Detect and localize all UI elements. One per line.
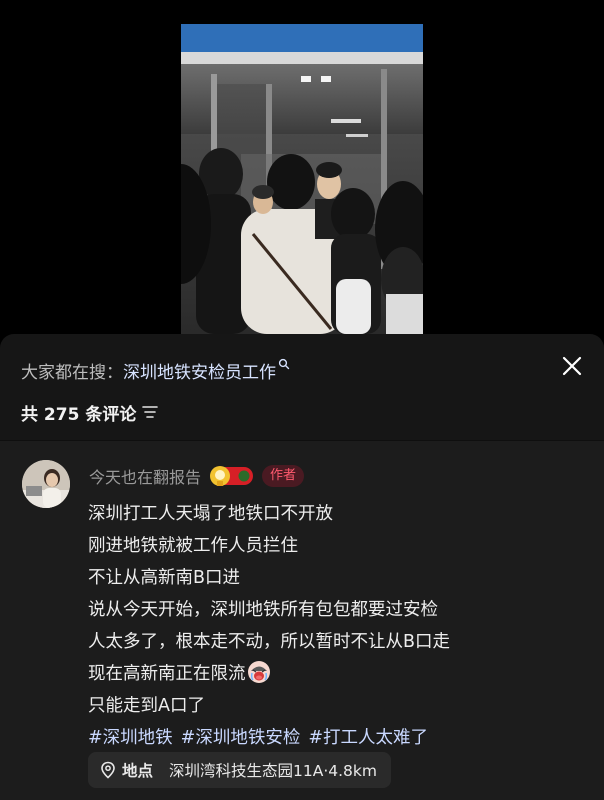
comment-line: 人太多了，根本走不动，所以暂时不让从B口走 <box>88 632 451 652</box>
video-frame-illustration <box>181 24 423 334</box>
trending-search-term[interactable]: 深圳地铁安检员工作 <box>123 358 276 383</box>
comment-count-header: 共 275 条评论 <box>21 399 159 425</box>
hashtag-link[interactable]: #打工人太难了 <box>308 728 428 748</box>
search-icon <box>278 358 290 370</box>
hashtag-row: #深圳地铁 #深圳地铁安检 #打工人太难了 <box>88 722 588 754</box>
crying-face-emoji <box>247 661 270 683</box>
comment-line: 只能走到A口了 <box>88 696 205 716</box>
avatar[interactable] <box>22 460 70 508</box>
location-pin-icon <box>101 761 115 779</box>
comment-line: 刚进地铁就被工作人员拦住 <box>88 536 298 556</box>
comment-line: 深圳打工人天塌了地铁口不开放 <box>88 504 333 524</box>
username[interactable]: 今天也在翻报告 <box>89 464 201 488</box>
screen: 大家都在搜： 深圳地铁安检员工作 共 275 条评论 今天也在翻报告 作者 深圳… <box>0 0 604 800</box>
comment-line-with-emoji: 现在高新南正在限流 <box>88 658 588 690</box>
comment-text: 深圳打工人天塌了地铁口不开放 刚进地铁就被工作人员拦住 不让从高新南B口进 说从… <box>88 498 588 754</box>
avatar-image <box>22 460 70 508</box>
comment-line: 说从今天开始，深圳地铁所有包包都要过安检 <box>88 600 438 620</box>
hashtag-link[interactable]: #深圳地铁 <box>88 728 173 748</box>
comment-header: 今天也在翻报告 作者 <box>89 463 305 489</box>
comment-line: 不让从高新南B口进 <box>88 568 241 588</box>
location-label: 地点 <box>122 762 154 780</box>
location-chip[interactable]: 地点 深圳湾科技生态园11A·4.8km <box>88 752 391 788</box>
location-place: 深圳湾科技生态园11A·4.8km <box>169 762 377 780</box>
comment-line: 现在高新南正在限流 <box>88 664 246 684</box>
trending-search-prefix: 大家都在搜： <box>21 362 123 383</box>
hashtag-link[interactable]: #深圳地铁安检 <box>181 728 301 748</box>
fan-badge-icon <box>210 466 254 486</box>
author-tag: 作者 <box>262 465 305 487</box>
comment-sheet: 大家都在搜： 深圳地铁安检员工作 共 275 条评论 今天也在翻报告 作者 深圳… <box>0 334 604 800</box>
close-icon[interactable] <box>560 354 584 378</box>
trending-search[interactable]: 大家都在搜： 深圳地铁安检员工作 <box>21 358 290 383</box>
sort-icon[interactable] <box>142 405 159 419</box>
video-player[interactable] <box>181 24 423 334</box>
comment-count: 共 275 条评论 <box>21 404 137 425</box>
